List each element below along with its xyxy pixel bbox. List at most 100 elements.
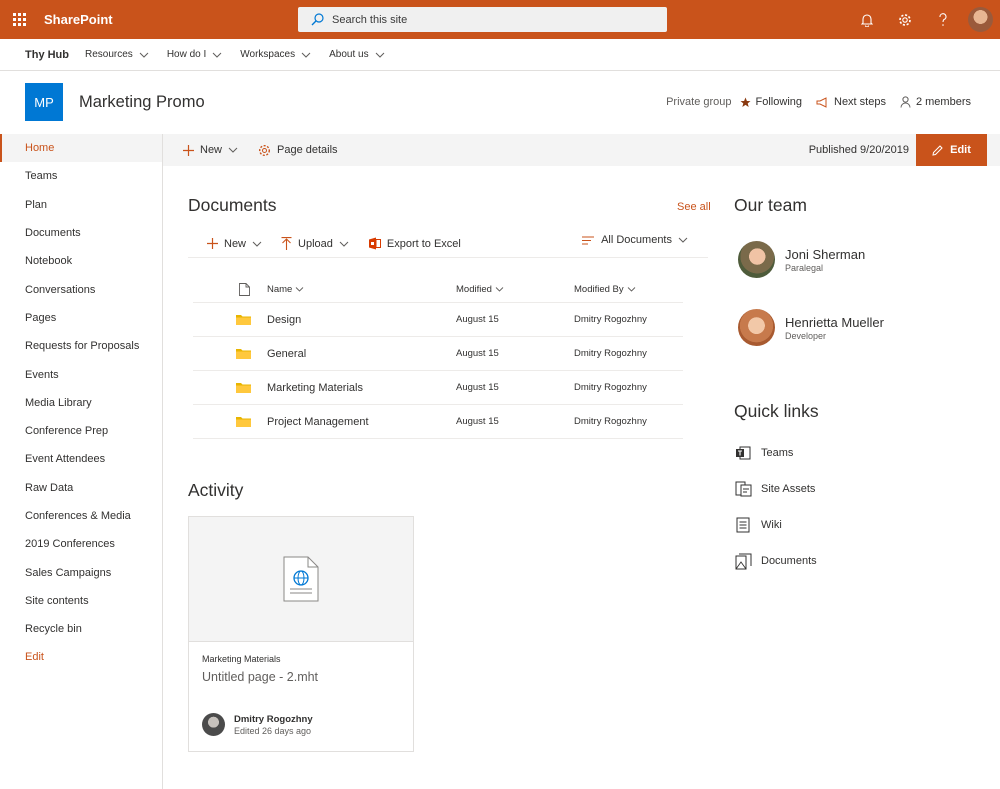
activity-card[interactable]: Marketing Materials Untitled page - 2.mh… <box>188 516 414 752</box>
chevron-down-icon <box>212 52 222 58</box>
view-selector[interactable]: All Documents <box>582 234 688 246</box>
avatar <box>738 309 775 346</box>
nav-item-site-contents[interactable]: Site contents <box>0 587 162 615</box>
documents-icon <box>734 552 752 570</box>
our-team-title: Our team <box>734 195 807 215</box>
nav-item-requests-for-proposals[interactable]: Requests for Proposals <box>0 332 162 360</box>
nav-item-sales-campaigns[interactable]: Sales Campaigns <box>0 558 162 586</box>
megaphone-icon <box>816 96 827 108</box>
documents-new-button[interactable]: New <box>207 238 262 250</box>
quick-link-label: Documents <box>761 555 817 567</box>
nav-item-home[interactable]: Home <box>0 134 162 163</box>
nav-item-events[interactable]: Events <box>0 360 162 388</box>
office-icon <box>368 237 381 250</box>
page-details-label: Page details <box>277 144 338 156</box>
hub-item-how-do-i[interactable]: How do I <box>167 49 222 60</box>
quick-links-title: Quick links <box>734 401 819 421</box>
web-page-file-icon <box>283 556 319 602</box>
activity-library: Marketing Materials <box>202 654 281 664</box>
row-name[interactable]: Marketing Materials <box>267 382 456 394</box>
chevron-down-icon <box>339 241 349 247</box>
chevron-down-icon <box>252 241 262 247</box>
quick-link-site-assets[interactable]: Site Assets <box>734 480 815 498</box>
table-row[interactable]: Marketing Materials August 15 Dmitry Rog… <box>193 371 683 405</box>
nav-item-conversations[interactable]: Conversations <box>0 275 162 303</box>
activity-editor-name: Dmitry Rogozhny <box>234 713 313 725</box>
search-box[interactable]: Search this site <box>298 7 667 32</box>
table-row[interactable]: Design August 15 Dmitry Rogozhny <box>193 303 683 337</box>
nav-item-event-attendees[interactable]: Event Attendees <box>0 445 162 473</box>
gear-icon <box>899 13 911 26</box>
row-name[interactable]: Project Management <box>267 416 456 428</box>
hub-item-about-us[interactable]: About us <box>329 49 384 60</box>
following-button[interactable]: Following <box>740 96 802 108</box>
activity-file-name[interactable]: Untitled page - 2.mht <box>202 670 318 684</box>
export-to-excel-button[interactable]: Export to Excel <box>368 237 461 250</box>
settings-button[interactable] <box>886 0 924 39</box>
chevron-down-icon <box>495 286 504 292</box>
table-row[interactable]: Project Management August 15 Dmitry Rogo… <box>193 405 683 439</box>
site-logo[interactable]: MP <box>25 83 63 121</box>
chevron-down-icon <box>228 147 238 153</box>
nav-item-pages[interactable]: Pages <box>0 304 162 332</box>
activity-edited-time: Edited 26 days ago <box>234 725 312 736</box>
chevron-down-icon <box>375 52 384 58</box>
members-button[interactable]: 2 members <box>900 96 971 108</box>
nav-item-media-library[interactable]: Media Library <box>0 389 162 417</box>
app-launcher-button[interactable] <box>0 0 36 39</box>
nav-item-raw-data[interactable]: Raw Data <box>0 474 162 502</box>
row-modified-by: Dmitry Rogozhny <box>574 382 647 393</box>
table-row[interactable]: General August 15 Dmitry Rogozhny <box>193 337 683 371</box>
app-name[interactable]: SharePoint <box>44 12 113 27</box>
quick-link-teams[interactable]: Teams <box>734 444 793 462</box>
next-steps-button[interactable]: Next steps <box>816 96 886 108</box>
members-label: 2 members <box>915 96 971 108</box>
chevron-down-icon <box>627 286 635 292</box>
quick-link-documents[interactable]: Documents <box>734 552 817 570</box>
quick-link-wiki[interactable]: Wiki <box>734 516 782 534</box>
nav-item-notebook[interactable]: Notebook <box>0 247 162 275</box>
help-button[interactable] <box>924 0 962 39</box>
hub-name[interactable]: Thy Hub <box>25 49 69 61</box>
waffle-icon <box>12 13 26 26</box>
suite-bar: SharePoint Search this site <box>0 0 1000 39</box>
site-header: MP Marketing Promo Private group Followi… <box>0 71 1000 134</box>
hub-item-resources[interactable]: Resources <box>85 49 149 60</box>
nav-edit-link[interactable]: Edit <box>0 643 162 671</box>
search-placeholder: Search this site <box>332 13 408 26</box>
privacy-label: Private group <box>666 96 732 108</box>
row-modified: August 15 <box>456 348 499 359</box>
name-column-header[interactable]: Name <box>267 284 456 295</box>
hub-item-label: Workspaces <box>240 49 296 60</box>
activity-preview <box>189 517 413 642</box>
row-name[interactable]: General <box>267 348 456 360</box>
nav-item-documents[interactable]: Documents <box>0 219 162 247</box>
modified-by-column-header[interactable]: Modified By <box>574 284 636 295</box>
team-member[interactable]: Henrietta Mueller Developer <box>738 309 884 346</box>
nav-item-conferences-media[interactable]: Conferences & Media <box>0 502 162 530</box>
team-member[interactable]: Joni Sherman Paralegal <box>738 241 865 278</box>
hub-item-workspaces[interactable]: Workspaces <box>240 49 311 60</box>
person-icon <box>900 96 911 108</box>
new-button[interactable]: New <box>183 144 238 156</box>
notifications-button[interactable] <box>848 0 886 39</box>
user-avatar[interactable] <box>968 7 993 32</box>
site-title[interactable]: Marketing Promo <box>79 93 205 112</box>
page-details-button[interactable]: Page details <box>258 144 338 157</box>
row-modified-by: Dmitry Rogozhny <box>574 314 647 325</box>
modified-column-header[interactable]: Modified <box>456 284 574 295</box>
quick-link-label: Teams <box>761 447 794 459</box>
file-type-header[interactable] <box>193 282 267 296</box>
name-header-label: Name <box>267 283 293 295</box>
nav-item-2019-conferences[interactable]: 2019 Conferences <box>0 530 162 558</box>
nav-item-conference-prep[interactable]: Conference Prep <box>0 417 162 445</box>
documents-upload-button[interactable]: Upload <box>281 237 349 250</box>
nav-item-recycle-bin[interactable]: Recycle bin <box>0 615 162 643</box>
row-name[interactable]: Design <box>267 314 456 326</box>
row-modified-by: Dmitry Rogozhny <box>574 348 647 359</box>
wiki-icon <box>734 516 752 534</box>
nav-item-teams[interactable]: Teams <box>0 162 162 190</box>
nav-item-plan[interactable]: Plan <box>0 191 162 219</box>
documents-see-all-link[interactable]: See all <box>677 201 711 213</box>
edit-page-button[interactable]: Edit <box>916 134 987 166</box>
